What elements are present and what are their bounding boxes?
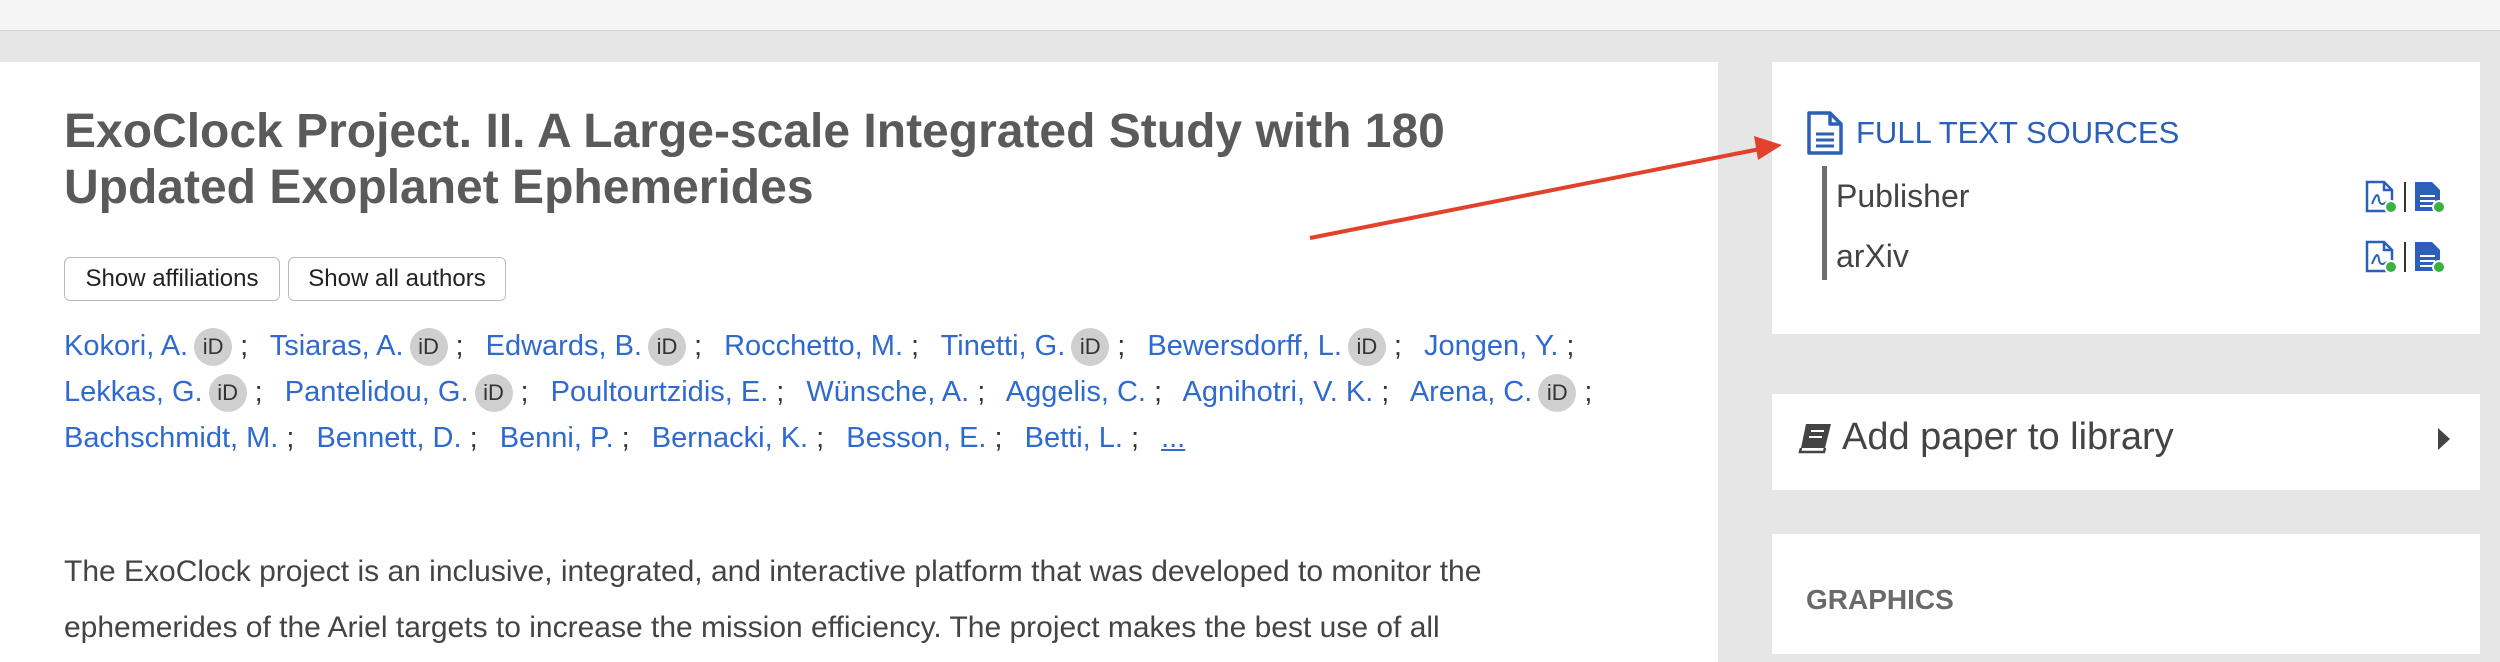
- author-link[interactable]: Pantelidou, G.: [285, 376, 469, 408]
- paper-title-line-1: ExoClock Project. II. A Large-scale Inte…: [64, 105, 1445, 158]
- author-link[interactable]: Tsiaras, A.: [270, 330, 404, 362]
- top-navigation-bar: [0, 0, 2500, 31]
- author-separator: ;: [776, 376, 785, 408]
- source-links-arxiv: [2364, 240, 2446, 274]
- source-label-arxiv: arXiv: [1836, 238, 1909, 274]
- author-separator: ;: [240, 330, 249, 362]
- document-icon: [1807, 111, 1843, 155]
- author-link[interactable]: Benni, P.: [500, 422, 614, 454]
- author-link[interactable]: Bachschmidt, M.: [64, 422, 278, 454]
- source-label-publisher: Publisher: [1836, 178, 1970, 214]
- source-links-publisher: [2364, 180, 2446, 214]
- author-link[interactable]: Bennett, D.: [316, 422, 461, 454]
- author-link[interactable]: Wünsche, A.: [806, 376, 969, 408]
- full-text-sources-header[interactable]: FULL TEXT SOURCES: [1806, 110, 2179, 156]
- author-link[interactable]: Betti, L.: [1025, 422, 1123, 454]
- pdf-file-icon[interactable]: [2364, 240, 2398, 274]
- author-separator: ;: [994, 422, 1003, 454]
- author-separator: ;: [520, 376, 529, 408]
- abstract-line-1: The ExoClock project is an inclusive, in…: [64, 555, 1482, 588]
- full-text-sources-card: FULL TEXT SOURCES Publisher arXiv: [1772, 62, 2480, 334]
- author-link[interactable]: Arena, C.: [1410, 376, 1533, 408]
- orcid-icon[interactable]: iD: [194, 328, 233, 367]
- author-separator: ;: [621, 422, 630, 454]
- graphics-card: GRAPHICS: [1772, 534, 2480, 654]
- link-separator: [2404, 182, 2406, 212]
- author-link[interactable]: Poultourtzidis, E.: [551, 376, 769, 408]
- author-separator: ;: [1130, 422, 1139, 454]
- orcid-icon[interactable]: iD: [208, 374, 247, 413]
- abstract-text: The ExoClock project is an inclusive, in…: [64, 544, 1644, 656]
- orcid-icon[interactable]: iD: [1071, 328, 1110, 367]
- author-separator: ;: [1566, 330, 1575, 362]
- orcid-icon[interactable]: iD: [409, 328, 448, 367]
- graphics-heading: GRAPHICS: [1806, 584, 1954, 615]
- html-file-icon[interactable]: [2412, 180, 2446, 214]
- author-link[interactable]: Bernacki, K.: [652, 422, 808, 454]
- author-link[interactable]: Kokori, A.: [64, 330, 188, 362]
- author-separator: ;: [1584, 376, 1593, 408]
- author-link[interactable]: Edwards, B.: [486, 330, 642, 362]
- orcid-icon[interactable]: iD: [647, 328, 686, 367]
- author-separator: ;: [911, 330, 920, 362]
- add-to-library-header[interactable]: Add paper to library: [1798, 416, 2174, 459]
- source-row-arxiv: arXiv: [1836, 232, 2446, 280]
- abstract-line-2: ephemerides of the Ariel targets to incr…: [64, 611, 1440, 644]
- show-all-authors-button[interactable]: Show all authors: [288, 257, 506, 301]
- author-list: Kokori, A. iD; Tsiaras, A. iD; Edwards, B.…: [64, 323, 1634, 461]
- source-row-publisher: Publisher: [1836, 172, 2446, 220]
- book-icon: [1798, 423, 1831, 453]
- link-separator: [2404, 242, 2406, 272]
- author-link[interactable]: Tinetti, G.: [941, 330, 1066, 362]
- author-link[interactable]: Bewersdorff, L.: [1147, 330, 1342, 362]
- author-separator: ;: [1117, 330, 1126, 362]
- author-link[interactable]: Jongen, Y.: [1424, 330, 1558, 362]
- author-link[interactable]: Aggelis, C.: [1006, 376, 1146, 408]
- author-separator: ;: [816, 422, 825, 454]
- paper-title: ExoClock Project. II. A Large-scale Inte…: [64, 104, 1564, 216]
- author-separator: ;: [1381, 376, 1390, 408]
- author-separator: ;: [1153, 376, 1163, 408]
- show-affiliations-button[interactable]: Show affiliations: [64, 257, 280, 301]
- orcid-icon[interactable]: iD: [474, 374, 513, 413]
- author-separator: ;: [469, 422, 478, 454]
- author-link[interactable]: Rocchetto, M.: [724, 330, 903, 362]
- author-separator: ;: [455, 330, 464, 362]
- author-link[interactable]: Agnihotri, V. K.: [1183, 376, 1374, 408]
- author-separator: ;: [1393, 330, 1402, 362]
- author-link[interactable]: Lekkas, G.: [64, 376, 203, 408]
- author-link[interactable]: Besson, E.: [846, 422, 986, 454]
- caret-right-icon[interactable]: [2438, 428, 2450, 450]
- author-separator: ;: [254, 376, 263, 408]
- author-separator: ;: [693, 330, 703, 362]
- orcid-icon[interactable]: iD: [1538, 374, 1577, 413]
- pdf-file-icon[interactable]: [2364, 180, 2398, 214]
- full-text-sources-label: FULL TEXT SOURCES: [1856, 115, 2180, 150]
- paper-title-line-2: Updated Exoplanet Ephemerides: [64, 161, 814, 214]
- add-to-library-label: Add paper to library: [1842, 416, 2174, 458]
- more-authors-link[interactable]: ...: [1161, 422, 1185, 454]
- author-separator: ;: [977, 376, 986, 408]
- orcid-icon[interactable]: iD: [1347, 328, 1386, 367]
- author-separator: ;: [286, 422, 295, 454]
- html-file-icon[interactable]: [2412, 240, 2446, 274]
- sources-divider: [1822, 166, 1827, 280]
- add-to-library-card[interactable]: Add paper to library: [1772, 394, 2480, 490]
